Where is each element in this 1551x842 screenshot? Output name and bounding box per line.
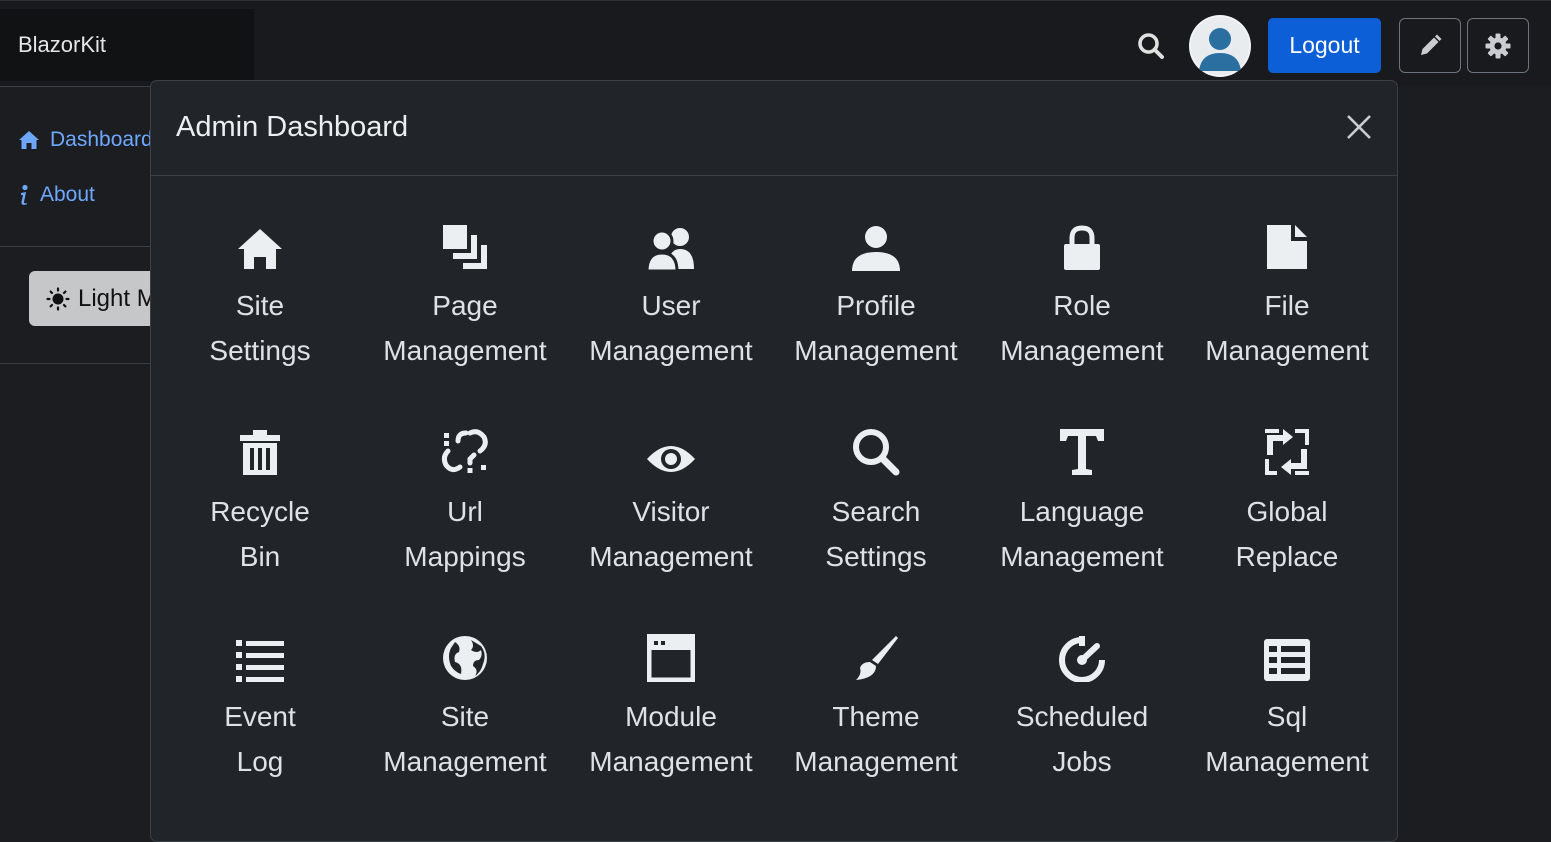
replace-icon bbox=[1265, 429, 1309, 475]
tile-label-line1: File bbox=[1264, 290, 1310, 321]
sidebar-item-about[interactable]: About bbox=[18, 183, 95, 207]
tile-language-management[interactable]: Language Management bbox=[982, 421, 1182, 579]
tile-url-mappings[interactable]: Url Mappings bbox=[365, 421, 565, 579]
trash-icon bbox=[240, 430, 280, 475]
settings-button[interactable] bbox=[1467, 18, 1529, 73]
tile-label-line2: Settings bbox=[209, 335, 311, 366]
tile-label-line2: Management bbox=[1000, 541, 1164, 572]
sidebar-item-label: Dashboard bbox=[50, 128, 153, 151]
table-icon bbox=[1264, 639, 1310, 681]
tile-label-line2: Management bbox=[1000, 335, 1164, 366]
tile-label-line1: Event bbox=[224, 701, 296, 732]
brand-name: BlazorKit bbox=[18, 32, 107, 57]
list-icon bbox=[236, 640, 284, 682]
avatar-icon bbox=[1191, 17, 1249, 75]
tile-label-line2: Mappings bbox=[404, 541, 526, 572]
sidebar-item-label: About bbox=[40, 183, 95, 206]
tile-user-management[interactable]: User Management bbox=[571, 215, 771, 373]
tile-label-line2: Replace bbox=[1235, 541, 1339, 572]
logout-button[interactable]: Logout bbox=[1268, 18, 1381, 73]
tile-site-settings[interactable]: Site Settings bbox=[160, 215, 360, 373]
tile-label-line2: Management bbox=[794, 335, 958, 366]
home-icon bbox=[238, 229, 282, 269]
tile-label-line1: Role bbox=[1053, 290, 1111, 321]
sun-icon bbox=[46, 286, 70, 311]
search-icon[interactable] bbox=[1136, 31, 1166, 61]
tile-recycle-bin[interactable]: Recycle Bin bbox=[160, 421, 360, 579]
tile-label-line1: Recycle bbox=[210, 496, 310, 527]
tile-role-management[interactable]: Role Management bbox=[982, 215, 1182, 373]
tile-label-line2: Management bbox=[589, 335, 753, 366]
pencil-icon bbox=[1421, 34, 1442, 55]
user-icon bbox=[852, 226, 900, 271]
top-navbar: BlazorKit Logout bbox=[0, 0, 1551, 87]
clone-icon bbox=[443, 225, 487, 269]
tile-file-management[interactable]: File Management bbox=[1187, 215, 1387, 373]
text-icon bbox=[1060, 429, 1104, 475]
tile-label-line2: Management bbox=[794, 746, 958, 777]
tile-label-line2: Management bbox=[1205, 335, 1369, 366]
tile-label-line1: Module bbox=[625, 701, 717, 732]
tile-label-line2: Management bbox=[589, 541, 753, 572]
tile-label-line1: Profile bbox=[836, 290, 916, 321]
close-icon[interactable] bbox=[1344, 112, 1374, 142]
sidebar-divider bbox=[0, 86, 160, 87]
tile-label-line2: Management bbox=[383, 746, 547, 777]
tile-theme-management[interactable]: Theme Management bbox=[776, 626, 976, 784]
tile-label-line1: Global bbox=[1246, 496, 1328, 527]
broken-link-icon bbox=[441, 429, 488, 473]
tile-label-line1: Url bbox=[447, 496, 483, 527]
file-icon bbox=[1267, 225, 1307, 269]
tile-label-line1: Visitor bbox=[632, 496, 710, 527]
brand[interactable]: BlazorKit bbox=[0, 9, 254, 81]
tile-global-replace[interactable]: Global Replace bbox=[1187, 421, 1387, 579]
tile-profile-management[interactable]: Profile Management bbox=[776, 215, 976, 373]
tile-label-line2: Jobs bbox=[1052, 746, 1112, 777]
tile-label-line2: Management bbox=[383, 335, 547, 366]
tile-label-line1: Site bbox=[440, 701, 490, 732]
edit-button[interactable] bbox=[1399, 18, 1461, 73]
tile-label-line2: Management bbox=[1205, 746, 1369, 777]
tile-module-management[interactable]: Module Management bbox=[571, 626, 771, 784]
window-icon bbox=[647, 634, 695, 682]
tile-label-line1: Site bbox=[235, 290, 285, 321]
home-icon bbox=[19, 131, 39, 149]
tile-label-line2: Bin bbox=[239, 541, 281, 572]
globe-icon bbox=[443, 636, 487, 680]
tile-label-line1: User bbox=[641, 290, 701, 321]
tile-visitor-management[interactable]: Visitor Management bbox=[571, 421, 771, 579]
admin-dashboard-modal: Admin Dashboard Site Settings Page Managem… bbox=[150, 80, 1398, 842]
tile-label-line1: Theme bbox=[832, 701, 920, 732]
tile-label-line1: Search bbox=[831, 496, 921, 527]
tile-label-line1: Scheduled bbox=[1015, 701, 1149, 732]
tile-search-settings[interactable]: Search Settings bbox=[776, 421, 976, 579]
sidebar-divider bbox=[0, 246, 160, 247]
tile-label-line2: Log bbox=[236, 746, 284, 777]
search-icon bbox=[853, 429, 900, 476]
tile-label-line1: Sql bbox=[1266, 701, 1308, 732]
modal-header: Admin Dashboard bbox=[151, 81, 1397, 176]
tile-scheduled-jobs[interactable]: Scheduled Jobs bbox=[982, 626, 1182, 784]
sidebar-item-dashboard[interactable]: Dashboard bbox=[18, 128, 153, 152]
sidebar-divider bbox=[0, 363, 160, 364]
tile-label-line2: Management bbox=[589, 746, 753, 777]
eye-icon bbox=[647, 446, 695, 472]
gear-icon bbox=[1485, 33, 1511, 58]
tile-label-line2: Settings bbox=[825, 541, 927, 572]
tile-sql-management[interactable]: Sql Management bbox=[1187, 626, 1387, 784]
tile-page-management[interactable]: Page Management bbox=[365, 215, 565, 373]
lock-icon bbox=[1064, 225, 1100, 270]
tile-label-line1: Language bbox=[1019, 496, 1145, 527]
tile-event-log[interactable]: Event Log bbox=[160, 626, 360, 784]
modal-title: Admin Dashboard bbox=[176, 111, 409, 143]
tile-site-management[interactable]: Site Management bbox=[365, 626, 565, 784]
sidebar: Dashboard About Light Mode bbox=[0, 86, 179, 820]
brush-icon bbox=[856, 636, 898, 680]
users-icon bbox=[646, 228, 694, 271]
info-icon bbox=[21, 184, 28, 205]
user-avatar[interactable] bbox=[1189, 15, 1251, 77]
tile-label-line1: Page bbox=[432, 290, 498, 321]
timer-icon bbox=[1059, 636, 1105, 682]
